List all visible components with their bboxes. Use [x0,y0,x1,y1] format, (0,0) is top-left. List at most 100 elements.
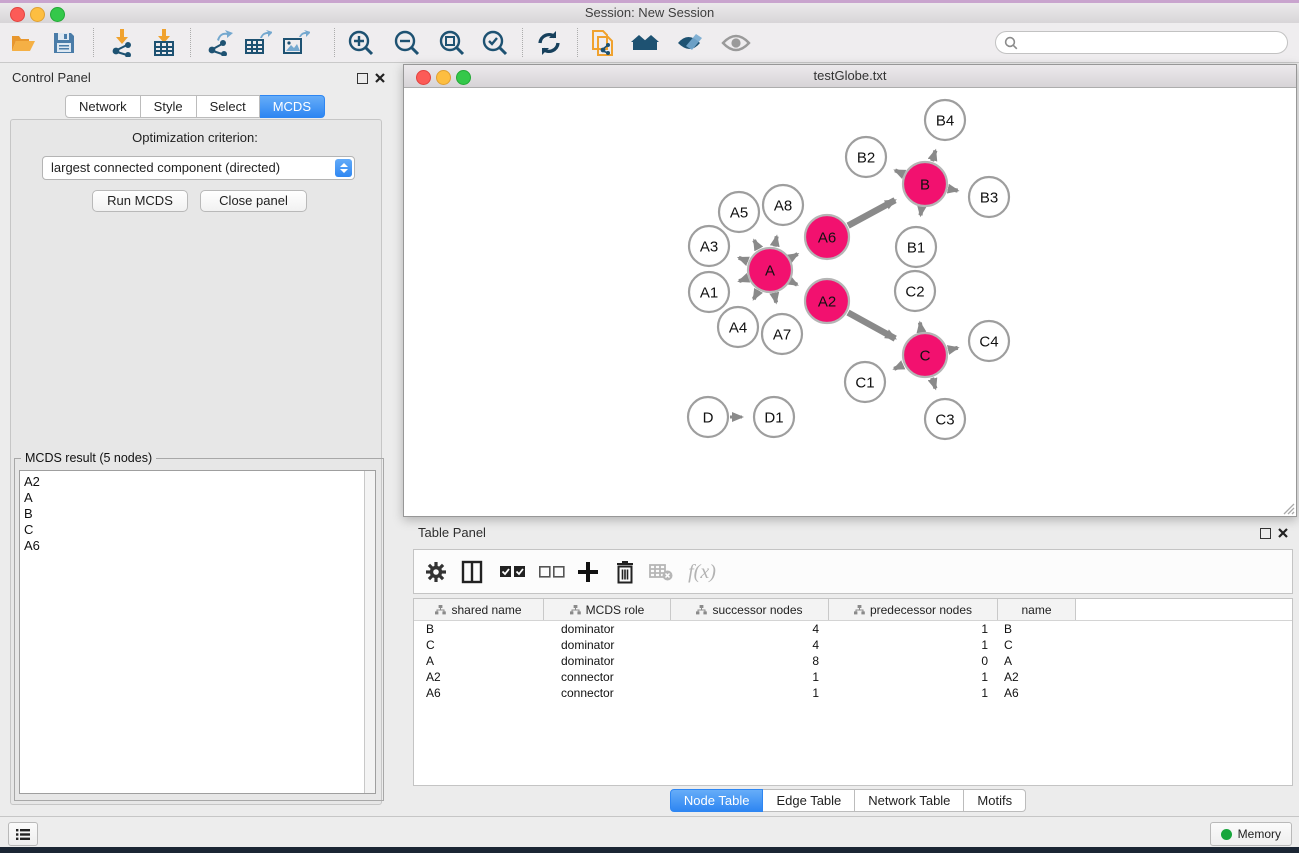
list-scrollbar[interactable] [364,471,375,793]
refresh-layout-icon[interactable] [533,28,565,58]
edge-A6-B[interactable] [848,200,895,225]
edge-A-A5[interactable] [754,240,759,249]
zoom-in-icon[interactable] [345,28,377,58]
column-header-filler [1076,599,1292,620]
show-columns-icon[interactable] [458,558,486,586]
resize-grip-icon[interactable] [1281,501,1295,515]
node-table: shared nameMCDS rolesuccessor nodesprede… [413,598,1293,786]
float-panel-icon[interactable] [356,72,368,84]
clone-network-icon[interactable] [587,28,619,58]
mcds-result-item[interactable]: A6 [20,538,363,554]
table-cell: connector [544,685,671,701]
control-panel-title: Control Panel [12,70,91,85]
edge-A-A1[interactable] [739,278,747,281]
edge-A-A3[interactable] [739,258,748,261]
zoom-network-button[interactable] [456,70,471,85]
table-row[interactable]: A6connector11A6 [414,685,1292,701]
edge-A-A8[interactable] [775,236,777,246]
edge-A-A7[interactable] [774,294,776,303]
node-label-D: D [703,410,714,427]
network-window-title: testGlobe.txt [404,65,1296,86]
select-all-checkboxes-icon[interactable] [499,558,527,586]
tab-network[interactable]: Network [65,95,141,118]
tab-motifs[interactable]: Motifs [964,789,1026,812]
edge-A-A2[interactable] [791,281,797,284]
mcds-result-item[interactable]: C [20,522,363,538]
task-history-button[interactable] [8,822,38,846]
delete-table-icon[interactable] [647,558,675,586]
delete-columns-icon[interactable] [611,558,639,586]
tab-mcds[interactable]: MCDS [260,95,325,118]
export-table-icon[interactable] [242,28,274,58]
minimize-window-button[interactable] [30,7,45,22]
node-label-A: A [765,263,775,280]
tab-node-table[interactable]: Node Table [670,789,764,812]
function-builder-icon[interactable]: f(x) [682,558,722,586]
close-network-button[interactable] [416,70,431,85]
table-row[interactable]: A2connector11A2 [414,669,1292,685]
column-header-predecessor-nodes[interactable]: predecessor nodes [829,599,998,620]
table-row[interactable]: Adominator80A [414,653,1292,669]
edge-A-A4[interactable] [754,291,759,299]
add-column-icon[interactable] [574,558,602,586]
tab-style[interactable]: Style [141,95,197,118]
node-label-A4: A4 [729,320,747,337]
save-session-icon[interactable] [48,28,80,58]
edge-A-A6[interactable] [791,254,798,258]
mcds-result-item[interactable]: B [20,506,363,522]
close-table-panel-icon[interactable] [1277,527,1289,539]
export-network-icon[interactable] [203,28,235,58]
column-header-shared-name[interactable]: shared name [414,599,544,620]
close-window-button[interactable] [10,7,25,22]
minimize-network-button[interactable] [436,70,451,85]
application-window: Session: New Session [0,0,1299,853]
mcds-result-item[interactable]: A2 [20,474,363,490]
edge-B-B1[interactable] [921,208,922,216]
run-mcds-button[interactable]: Run MCDS [92,190,188,212]
edge-B-B3[interactable] [949,189,958,191]
hide-graphics-details-icon[interactable] [674,28,706,58]
open-session-icon[interactable] [7,28,39,58]
node-label-A2: A2 [818,294,836,311]
table-cell: A [414,653,544,669]
toolbar-separator [334,28,335,57]
column-header-MCDS-role[interactable]: MCDS role [544,599,671,620]
edge-C-C2[interactable] [920,323,921,332]
table-row[interactable]: Bdominator41B [414,621,1292,637]
edge-B-B2[interactable] [895,170,903,174]
column-header-successor-nodes[interactable]: successor nodes [671,599,829,620]
zoom-fit-icon[interactable] [436,28,468,58]
edge-C-C3[interactable] [932,378,935,389]
optimization-criterion-label: Optimization criterion: [0,130,390,145]
mcds-result-item[interactable]: A [20,490,363,506]
close-panel-icon[interactable] [374,72,386,84]
edge-C-C4[interactable] [948,348,957,350]
edge-B-B4[interactable] [932,151,935,162]
toolbar-separator [93,28,94,57]
edge-C-C1[interactable] [894,365,903,369]
memory-button[interactable]: Memory [1210,822,1292,846]
tab-select[interactable]: Select [197,95,260,118]
table-settings-gear-icon[interactable] [422,558,450,586]
close-panel-button[interactable]: Close panel [200,190,307,212]
zoom-window-button[interactable] [50,7,65,22]
home-view-icon[interactable] [629,28,661,58]
float-table-panel-icon[interactable] [1259,527,1271,539]
tab-network-table[interactable]: Network Table [855,789,964,812]
show-graphics-details-icon[interactable] [720,28,752,58]
optimization-criterion-select[interactable]: largest connected component (directed) [42,156,355,180]
deselect-all-checkboxes-icon[interactable] [538,558,566,586]
node-label-B1: B1 [907,240,925,257]
table-row[interactable]: Cdominator41C [414,637,1292,653]
export-image-icon[interactable] [280,28,312,58]
edge-A2-C[interactable] [848,313,895,339]
zoom-selected-icon[interactable] [479,28,511,58]
network-graph[interactable]: AA6A2BCA5A8A3A1A4A7B2B4B3B1C2C4C1C3DD1 [404,88,1296,516]
zoom-out-icon[interactable] [391,28,423,58]
tab-edge-table[interactable]: Edge Table [763,789,855,812]
toolbar-separator [522,28,523,57]
import-table-icon[interactable] [148,28,180,58]
search-input[interactable] [995,31,1288,54]
column-header-name[interactable]: name [998,599,1076,620]
import-network-icon[interactable] [106,28,138,58]
